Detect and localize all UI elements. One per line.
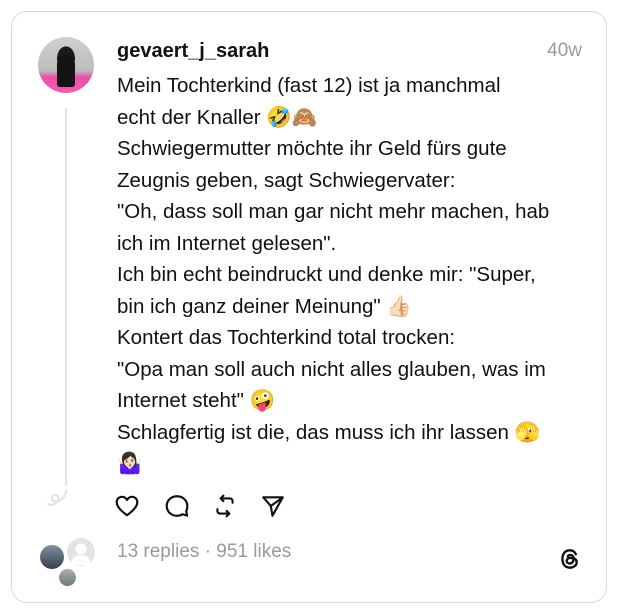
thread-curl-icon — [47, 489, 67, 506]
post-line: Schlagfertig ist die, das muss ich ihr l… — [117, 420, 541, 444]
post-stats[interactable]: 13 replies · 951 likes — [117, 541, 291, 563]
post-line: "Oh, dass soll man gar nicht mehr machen… — [117, 200, 550, 223]
post-line: Mein Tochterkind (fast 12) ist ja manchm… — [117, 74, 501, 97]
post-line: Internet steht" 🤪 — [117, 389, 276, 412]
share-icon[interactable] — [260, 493, 286, 519]
threads-logo-icon — [561, 549, 578, 569]
post-line: bin ich ganz deiner Meinung" 👍🏻 — [117, 294, 412, 318]
heart-icon[interactable] — [114, 493, 140, 519]
comment-icon[interactable] — [164, 493, 190, 519]
post-line: Zeugnis geben, sagt Schwiegervater: — [117, 168, 456, 192]
post-line: Ich bin echt beindruckt und denke mir: "… — [117, 263, 536, 286]
replier-avatar[interactable] — [40, 545, 64, 569]
thread-line — [65, 108, 67, 486]
post-line: "Opa man soll auch nicht alles glauben, … — [117, 357, 546, 381]
default-avatar-icon — [71, 543, 91, 565]
username[interactable]: gevaert_j_sarah — [117, 40, 269, 63]
post-line: echt der Knaller 🤣🙈 — [117, 105, 318, 129]
post-time: 40w — [547, 40, 582, 61]
replier-avatar[interactable] — [67, 538, 95, 566]
repost-icon[interactable] — [212, 493, 238, 519]
post-line: Schwiegermutter möchte ihr Geld fürs gut… — [117, 137, 507, 160]
post-text: Mein Tochterkind (fast 12) ist ja manchm… — [117, 70, 592, 480]
post-line: Kontert das Tochterkind total trocken: — [117, 326, 456, 349]
post-line: ich im Internet gelesen". — [117, 231, 337, 255]
post-line: 🤷🏻‍♀️ — [117, 452, 143, 475]
replier-avatar[interactable] — [59, 569, 76, 586]
user-avatar[interactable] — [38, 37, 94, 93]
